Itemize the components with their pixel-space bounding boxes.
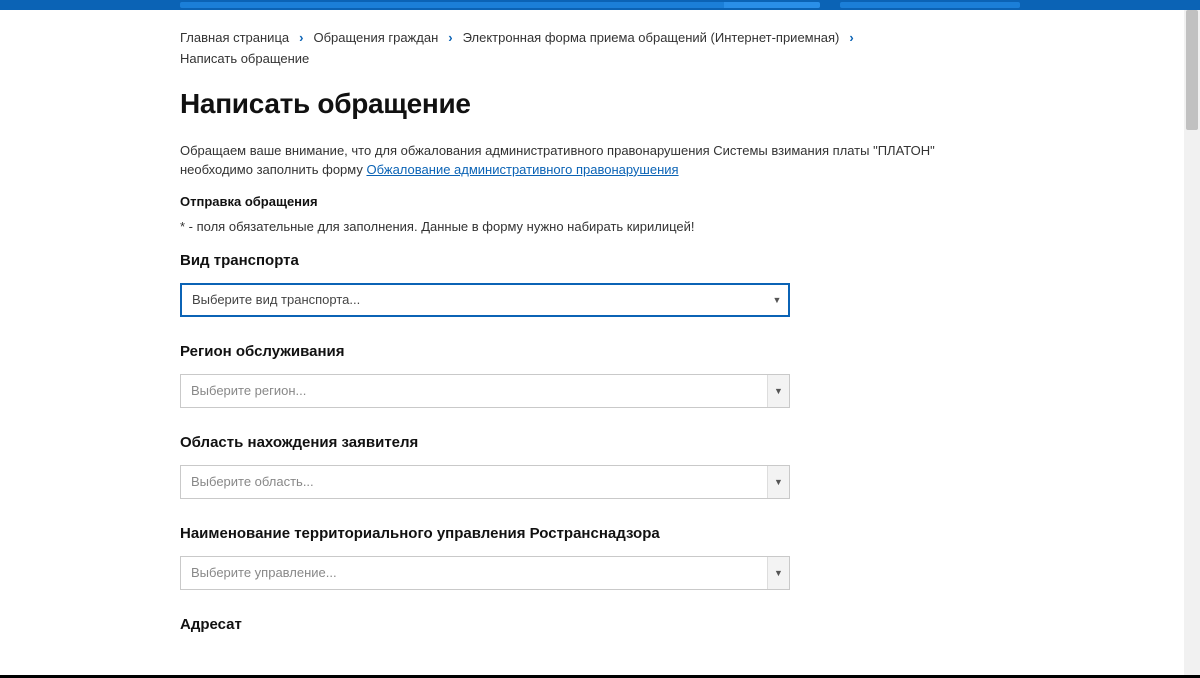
select-oblast[interactable]: Выберите область... ▼: [180, 465, 790, 499]
caret-down-icon: ▼: [767, 557, 789, 589]
field-oblast: Область нахождения заявителя Выберите об…: [180, 434, 980, 499]
field-recipient: Адресат: [180, 616, 980, 633]
select-department[interactable]: Выберите управление... ▼: [180, 556, 790, 590]
topbar-strip-2: [840, 2, 1020, 8]
select-region-placeholder: Выберите регион...: [191, 383, 306, 398]
breadcrumb-current: Написать обращение: [180, 51, 309, 66]
field-department: Наименование территориального управления…: [180, 525, 980, 590]
breadcrumb-home[interactable]: Главная страница: [180, 30, 289, 45]
select-department-placeholder: Выберите управление...: [191, 565, 337, 580]
select-region[interactable]: Выберите регион... ▼: [180, 374, 790, 408]
select-transport[interactable]: Выберите вид транспорта... ▼: [180, 283, 790, 317]
page-body: Главная страница › Обращения граждан › Э…: [0, 10, 1200, 678]
select-transport-placeholder: Выберите вид транспорта...: [192, 292, 360, 307]
notice-text: Обращаем ваше внимание, что для обжалова…: [180, 142, 940, 180]
page-title: Написать обращение: [180, 88, 980, 120]
vertical-scrollbar[interactable]: [1184, 10, 1200, 678]
breadcrumb: Главная страница › Обращения граждан › Э…: [180, 30, 980, 66]
field-recipient-label: Адресат: [180, 616, 980, 633]
send-heading: Отправка обращения: [180, 194, 980, 209]
chevron-right-icon: ›: [444, 30, 456, 45]
breadcrumb-eform[interactable]: Электронная форма приема обращений (Инте…: [463, 30, 840, 45]
topbar-strip: [180, 2, 820, 8]
field-transport-label: Вид транспорта: [180, 252, 980, 269]
chevron-right-icon: ›: [295, 30, 307, 45]
caret-down-icon: ▼: [767, 466, 789, 498]
topbar: [0, 0, 1200, 10]
select-oblast-placeholder: Выберите область...: [191, 474, 314, 489]
field-oblast-label: Область нахождения заявителя: [180, 434, 980, 451]
caret-down-icon: ▼: [767, 375, 789, 407]
caret-down-icon: ▼: [766, 285, 788, 315]
field-region: Регион обслуживания Выберите регион... ▼: [180, 343, 980, 408]
field-department-label: Наименование территориального управления…: [180, 525, 980, 542]
chevron-right-icon: ›: [845, 30, 857, 45]
required-note: * - поля обязательные для заполнения. Да…: [180, 219, 980, 234]
breadcrumb-appeals[interactable]: Обращения граждан: [313, 30, 438, 45]
scrollbar-thumb[interactable]: [1186, 10, 1198, 130]
notice-link[interactable]: Обжалование административного правонаруш…: [366, 162, 678, 177]
field-region-label: Регион обслуживания: [180, 343, 980, 360]
field-transport: Вид транспорта Выберите вид транспорта..…: [180, 252, 980, 317]
